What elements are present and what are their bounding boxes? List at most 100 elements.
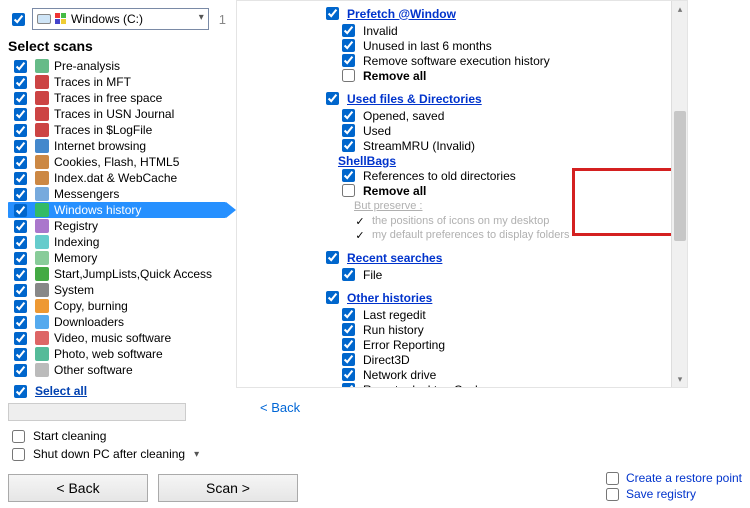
scroll-thumb[interactable]: [674, 111, 686, 241]
scan-checkbox[interactable]: [14, 60, 27, 73]
scan-checkbox[interactable]: [14, 220, 27, 233]
drive-label: Windows (C:): [71, 12, 143, 26]
usedfiles-item-checkbox[interactable]: [342, 139, 355, 152]
scan-checkbox[interactable]: [14, 156, 27, 169]
scan-type-icon: [35, 331, 49, 345]
scan-checkbox[interactable]: [14, 348, 27, 361]
scan-item-internet-browsing[interactable]: Internet browsing: [8, 138, 226, 154]
scan-type-icon: [35, 139, 49, 153]
recent-group-checkbox[interactable]: [326, 251, 339, 264]
shutdown-checkbox[interactable]: [12, 448, 25, 461]
prefetch-item-checkbox[interactable]: [342, 24, 355, 37]
back-link[interactable]: < Back: [260, 400, 300, 415]
scans-title: Select scans: [8, 38, 226, 54]
scan-item-index-dat-webcache[interactable]: Index.dat & WebCache: [8, 170, 226, 186]
scan-label: Other software: [54, 363, 133, 377]
select-all-link[interactable]: Select all: [35, 384, 87, 398]
scroll-down-icon[interactable]: ▾: [672, 371, 688, 387]
scan-item-pre-analysis[interactable]: Pre-analysis: [8, 58, 226, 74]
scan-checkbox[interactable]: [14, 364, 27, 377]
prefetch-item-checkbox[interactable]: [342, 54, 355, 67]
prefetch-item-checkbox[interactable]: [342, 39, 355, 52]
other-item-checkbox[interactable]: [342, 323, 355, 336]
scan-checkbox[interactable]: [14, 124, 27, 137]
usedfiles-item-checkbox[interactable]: [342, 109, 355, 122]
scan-item-copy-burning[interactable]: Copy, burning: [8, 298, 226, 314]
scan-label: System: [54, 283, 94, 297]
refs-checkbox[interactable]: [342, 169, 355, 182]
scan-item-video-music-software[interactable]: Video, music software: [8, 330, 226, 346]
scan-item-traces-in-mft[interactable]: Traces in MFT: [8, 74, 226, 90]
scan-checkbox[interactable]: [14, 316, 27, 329]
back-button[interactable]: < Back: [8, 474, 148, 502]
scan-checkbox[interactable]: [14, 108, 27, 121]
other-item-checkbox[interactable]: [342, 308, 355, 321]
scan-checkbox[interactable]: [14, 236, 27, 249]
other-item-checkbox[interactable]: [342, 368, 355, 381]
scan-checkbox[interactable]: [14, 140, 27, 153]
other-item-checkbox[interactable]: [342, 353, 355, 366]
shellbags-link[interactable]: ShellBags: [338, 154, 396, 168]
usedfiles-item-label: StreamMRU (Invalid): [363, 139, 475, 153]
scan-checkbox[interactable]: [14, 268, 27, 281]
scan-label: Copy, burning: [54, 299, 128, 313]
scan-label: Traces in MFT: [54, 75, 131, 89]
scan-item-traces-in-logfile[interactable]: Traces in $LogFile: [8, 122, 226, 138]
scan-item-traces-in-free-space[interactable]: Traces in free space: [8, 90, 226, 106]
scan-item-downloaders[interactable]: Downloaders: [8, 314, 226, 330]
scan-item-start-jumplists-quick-access[interactable]: Start,JumpLists,Quick Access: [8, 266, 226, 282]
usedfiles-group-title[interactable]: Used files & Directories: [347, 92, 482, 106]
scan-checkbox[interactable]: [14, 332, 27, 345]
other-item-checkbox[interactable]: [342, 338, 355, 351]
usedfiles-group-checkbox[interactable]: [326, 92, 339, 105]
scan-type-icon: [35, 107, 49, 121]
scan-checkbox[interactable]: [14, 172, 27, 185]
scan-item-messengers[interactable]: Messengers: [8, 186, 226, 202]
other-group-checkbox[interactable]: [326, 291, 339, 304]
scan-button[interactable]: Scan >: [158, 474, 298, 502]
recent-item-checkbox[interactable]: [342, 268, 355, 281]
usedfiles-removeall-checkbox[interactable]: [342, 184, 355, 197]
prefetch-group-checkbox[interactable]: [326, 7, 339, 20]
scan-item-cookies-flash-html5[interactable]: Cookies, Flash, HTML5: [8, 154, 226, 170]
prefetch-removeall-checkbox[interactable]: [342, 69, 355, 82]
scan-item-indexing[interactable]: Indexing: [8, 234, 226, 250]
scan-item-other-software[interactable]: Other software: [8, 362, 226, 378]
scan-item-registry[interactable]: Registry: [8, 218, 226, 234]
scan-checkbox[interactable]: [14, 284, 27, 297]
scan-checkbox[interactable]: [14, 92, 27, 105]
chevron-down-icon[interactable]: ▾: [194, 449, 199, 460]
prefetch-group-title[interactable]: Prefetch @Window: [347, 7, 456, 21]
progress-bar: [8, 403, 186, 421]
restore-point-label[interactable]: Create a restore point: [626, 471, 742, 485]
chevron-down-icon: ▾: [199, 12, 204, 23]
scan-checkbox[interactable]: [14, 204, 27, 217]
scan-type-icon: [35, 235, 49, 249]
start-cleaning-checkbox[interactable]: [12, 430, 25, 443]
scan-checkbox[interactable]: [14, 76, 27, 89]
usedfiles-item-checkbox[interactable]: [342, 124, 355, 137]
restore-point-checkbox[interactable]: [606, 472, 619, 485]
scan-checkbox[interactable]: [14, 188, 27, 201]
drive-checkbox[interactable]: [12, 13, 25, 26]
other-item-checkbox[interactable]: [342, 383, 355, 388]
scan-label: Internet browsing: [54, 139, 146, 153]
recent-group-title[interactable]: Recent searches: [347, 251, 442, 265]
save-registry-label[interactable]: Save registry: [626, 487, 696, 501]
scan-item-windows-history[interactable]: Windows history: [8, 202, 226, 218]
scrollbar[interactable]: ▴ ▾: [671, 1, 687, 387]
scan-item-memory[interactable]: Memory: [8, 250, 226, 266]
select-all-checkbox[interactable]: [14, 385, 27, 398]
save-registry-checkbox[interactable]: [606, 488, 619, 501]
drive-selector[interactable]: Windows (C:) ▾: [32, 8, 209, 30]
scan-checkbox[interactable]: [14, 252, 27, 265]
other-group-title[interactable]: Other histories: [347, 291, 432, 305]
scan-checkbox[interactable]: [14, 300, 27, 313]
scan-item-system[interactable]: System: [8, 282, 226, 298]
scan-item-photo-web-software[interactable]: Photo, web software: [8, 346, 226, 362]
scan-type-icon: [35, 91, 49, 105]
scan-item-traces-in-usn-journal[interactable]: Traces in USN Journal: [8, 106, 226, 122]
check-icon: ✓: [354, 229, 366, 242]
other-item-label: Network drive: [363, 368, 436, 382]
scroll-up-icon[interactable]: ▴: [672, 1, 688, 17]
